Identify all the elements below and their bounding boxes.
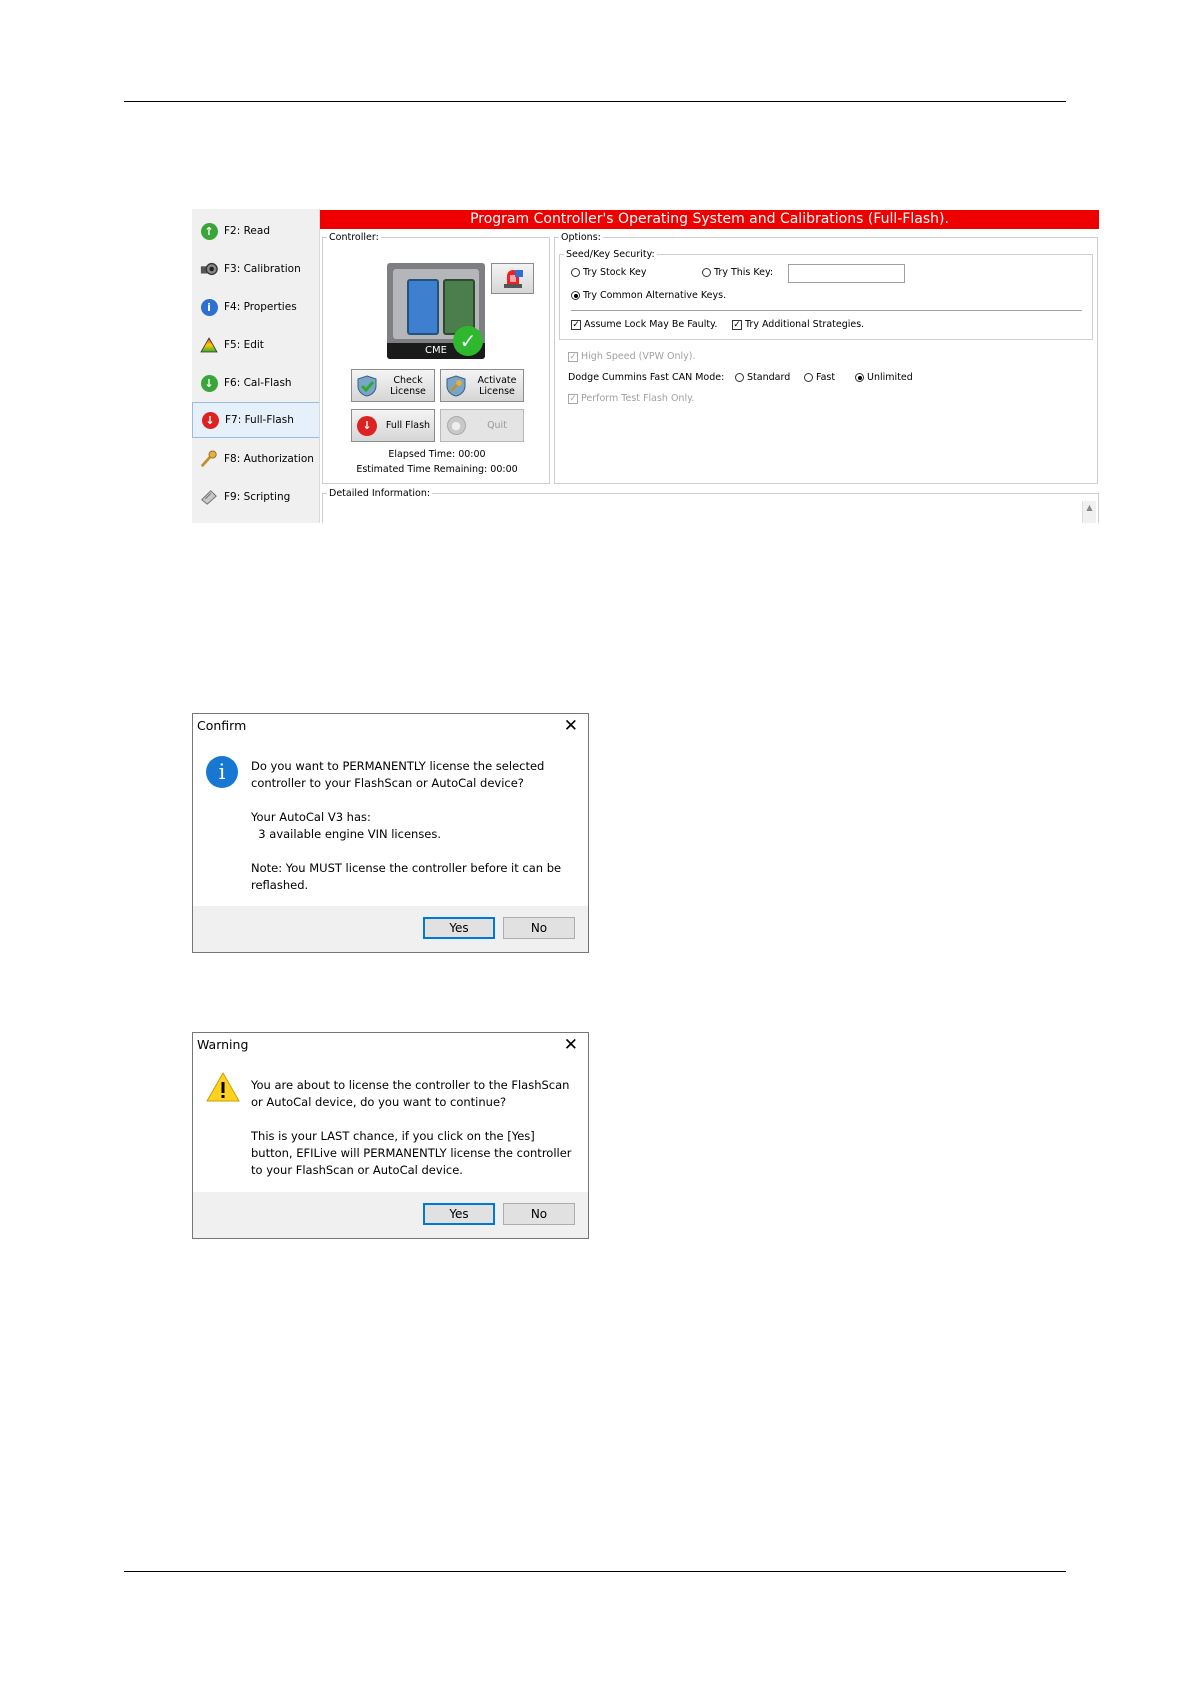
shield-key-icon: [445, 374, 467, 397]
activate-license-line2: License: [479, 385, 515, 397]
sidebar-item-label: F2: Read: [224, 225, 270, 237]
yes-button[interactable]: Yes: [423, 1203, 495, 1225]
no-button[interactable]: No: [503, 917, 575, 939]
up-arrow-icon: ↑: [200, 222, 218, 240]
camera-icon: [200, 260, 218, 278]
sidebar-item-label: F9: Scripting: [224, 491, 291, 503]
assume-lock-checkbox[interactable]: ✓ Assume Lock May Be Faulty.: [571, 319, 717, 330]
controller-group: Controller: CME ✓ Check License Activate L…: [322, 232, 550, 484]
dialog-footer: Yes No: [193, 906, 588, 952]
close-icon[interactable]: ✕: [564, 716, 578, 736]
stop-icon: ●: [445, 415, 467, 437]
down-arrow-red-icon: ↓: [356, 415, 378, 437]
down-arrow-green-icon: ↓: [200, 374, 218, 392]
perform-test-flash-checkbox[interactable]: ✓ Perform Test Flash Only.: [568, 393, 694, 404]
check-license-line1: Check: [393, 374, 423, 386]
sidebar-item-read[interactable]: ↑ F2: Read: [192, 213, 319, 249]
mode-standard-radio[interactable]: Standard: [735, 372, 790, 383]
activate-license-button[interactable]: Activate License: [440, 369, 524, 402]
sidebar-item-calibration[interactable]: F3: Calibration: [192, 251, 319, 287]
sidebar-item-scripting[interactable]: F9: Scripting: [192, 479, 319, 515]
ecm-image: CME ✓: [387, 263, 485, 359]
dialog-message: You are about to license the controller …: [251, 1078, 572, 1177]
seed-key-security-group: Seed/Key Security: Try Stock Key Try Thi…: [559, 249, 1093, 340]
options-group: Options: Seed/Key Security: Try Stock Ke…: [554, 232, 1098, 484]
scrollbar[interactable]: ▲: [1082, 501, 1096, 523]
sidebar-item-label: F5: Edit: [224, 339, 264, 351]
activate-license-line1: Activate: [477, 374, 517, 386]
warning-dialog: Warning ✕ You are about to license the c…: [192, 1032, 589, 1239]
alarm-button[interactable]: [491, 263, 534, 294]
try-stock-key-radio[interactable]: Try Stock Key: [571, 267, 647, 278]
sidebar-item-label: F8: Authorization: [224, 453, 314, 465]
down-arrow-red-icon: ↓: [201, 411, 219, 429]
sidebar-item-properties[interactable]: i F4: Properties: [192, 289, 319, 325]
yes-button[interactable]: Yes: [423, 917, 495, 939]
try-common-keys-radio[interactable]: Try Common Alternative Keys.: [571, 290, 726, 301]
sidebar-item-label: F7: Full-Flash: [225, 414, 294, 426]
dodge-cummins-label: Dodge Cummins Fast CAN Mode:: [568, 372, 725, 383]
try-additional-checkbox[interactable]: ✓ Try Additional Strategies.: [732, 319, 864, 330]
shield-check-icon: [356, 374, 378, 397]
quit-button[interactable]: ● Quit: [440, 409, 524, 442]
check-license-line2: License: [390, 385, 426, 397]
info-icon: i: [200, 298, 218, 316]
elapsed-time: Elapsed Time: 00:00: [388, 449, 486, 460]
close-icon[interactable]: ✕: [564, 1035, 578, 1055]
warning-icon: [206, 1071, 240, 1103]
checkmark-icon: ✓: [453, 326, 483, 356]
key-icon: [200, 450, 218, 468]
full-flash-button[interactable]: ↓ Full Flash: [351, 409, 435, 442]
try-this-key-radio[interactable]: Try This Key:: [702, 267, 773, 278]
header-rule: [124, 101, 1066, 102]
scroll-icon: [200, 488, 218, 506]
estimated-time-remaining: Estimated Time Remaining: 00:00: [356, 464, 518, 475]
main-panel: Program Controller's Operating System an…: [320, 209, 1099, 523]
seed-key-legend: Seed/Key Security:: [566, 249, 655, 260]
info-icon: i: [206, 756, 238, 788]
mode-unlimited-radio[interactable]: Unlimited: [855, 372, 913, 383]
dialog-message: Do you want to PERMANENTLY license the s…: [251, 759, 562, 892]
sidebar-item-label: F3: Calibration: [224, 263, 301, 275]
dialog-title: Confirm: [197, 718, 247, 733]
dialog-title: Warning: [197, 1037, 249, 1052]
sidebar-item-label: F4: Properties: [224, 301, 297, 313]
quit-label: Quit: [487, 420, 507, 431]
triangle-icon: [200, 336, 218, 354]
sidebar: ↑ F2: Read F3: Calibration i F4: Propert…: [192, 209, 320, 523]
this-key-input[interactable]: [788, 264, 905, 283]
footer-rule: [124, 1571, 1066, 1572]
check-license-button[interactable]: Check License: [351, 369, 435, 402]
separator: [571, 310, 1082, 311]
confirm-dialog: Confirm ✕ i Do you want to PERMANENTLY l…: [192, 713, 589, 953]
full-flash-label: Full Flash: [385, 420, 431, 431]
options-legend: Options:: [561, 232, 601, 243]
siren-icon: [503, 269, 523, 288]
detailed-information-legend: Detailed Information:: [329, 488, 431, 499]
sidebar-item-full-flash[interactable]: ↓ F7: Full-Flash: [192, 402, 319, 438]
mode-fast-radio[interactable]: Fast: [804, 372, 835, 383]
dialog-footer: Yes No: [193, 1192, 588, 1238]
sidebar-item-cal-flash[interactable]: ↓ F6: Cal-Flash: [192, 365, 319, 401]
high-speed-checkbox[interactable]: ✓ High Speed (VPW Only).: [568, 351, 696, 362]
page-title-banner: Program Controller's Operating System an…: [320, 210, 1099, 229]
detailed-information-group: Detailed Information: ▲: [322, 488, 1099, 523]
controller-legend: Controller:: [329, 232, 379, 243]
sidebar-item-edit[interactable]: F5: Edit: [192, 327, 319, 363]
sidebar-item-authorization[interactable]: F8: Authorization: [192, 441, 319, 477]
no-button[interactable]: No: [503, 1203, 575, 1225]
sidebar-item-label: F6: Cal-Flash: [224, 377, 292, 389]
scroll-up-arrow-icon[interactable]: ▲: [1083, 501, 1096, 515]
efilive-full-flash-window: ↑ F2: Read F3: Calibration i F4: Propert…: [192, 209, 1099, 523]
